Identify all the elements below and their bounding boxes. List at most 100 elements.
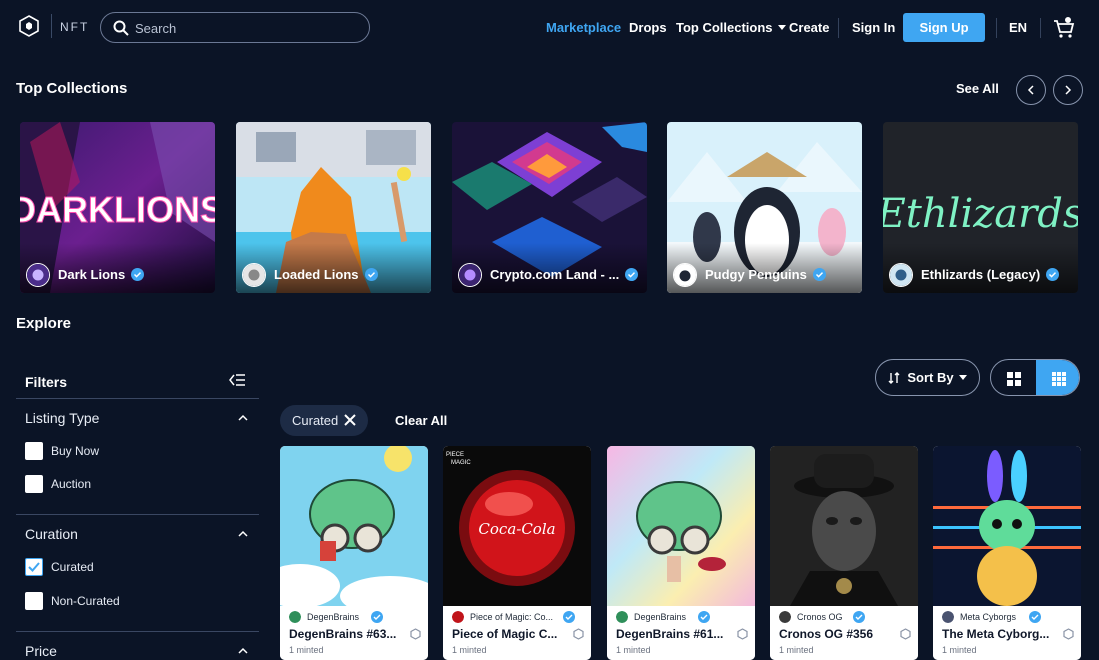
search-input[interactable] xyxy=(135,18,355,38)
carousel-prev-button[interactable] xyxy=(1016,75,1046,105)
nft-collection-name[interactable]: Meta Cyborgs xyxy=(960,612,1016,622)
cart-icon[interactable] xyxy=(1053,17,1075,39)
collection-name-container: Ethlizards (Legacy) xyxy=(921,267,1060,282)
collection-avatar xyxy=(242,263,266,287)
nav-create[interactable]: Create xyxy=(789,20,829,35)
verified-badge-icon xyxy=(131,268,145,281)
nft-name: The Meta Cyborg... xyxy=(942,627,1050,641)
collection-card-ethlizards[interactable]: Ethlizards Ethlizards (Legacy) xyxy=(883,122,1078,293)
nav-drops[interactable]: Drops xyxy=(629,20,667,35)
collection-name-container: Dark Lions xyxy=(58,267,145,282)
nft-collection-name[interactable]: DegenBrains xyxy=(307,612,359,622)
clear-all-button[interactable]: Clear All xyxy=(395,413,447,428)
sign-up-button[interactable]: Sign Up xyxy=(903,13,985,42)
collection-name-container: Loaded Lions xyxy=(274,267,378,282)
nft-card[interactable]: Coca-Cola PIECE MAGIC Piece of Magic: Co… xyxy=(443,446,591,660)
svg-text:MAGIC: MAGIC xyxy=(451,460,471,466)
verified-badge-icon xyxy=(563,611,575,623)
logo-text: NFT xyxy=(60,20,90,34)
verified-badge-icon xyxy=(371,611,383,623)
sort-icon xyxy=(888,371,900,384)
language-selector[interactable]: EN xyxy=(1009,20,1027,35)
nft-minted-count: 1 minted xyxy=(779,645,814,655)
nft-artwork xyxy=(607,446,755,606)
verified-badge-icon xyxy=(698,611,710,623)
checkbox-label: Auction xyxy=(51,477,92,491)
checkbox-curated[interactable] xyxy=(25,558,43,576)
checkbox-buy-now[interactable] xyxy=(25,442,43,460)
nft-card[interactable]: Meta Cyborgs The Meta Cyborg... 1 minted xyxy=(933,446,1081,660)
cronos-hex-icon xyxy=(573,628,584,640)
checkbox-auction[interactable] xyxy=(25,475,43,493)
nft-collection-name[interactable]: Piece of Magic: Co... xyxy=(470,612,553,622)
verified-badge-icon xyxy=(1029,611,1041,623)
collection-name: Loaded Lions xyxy=(274,267,359,282)
collapse-filters-icon[interactable] xyxy=(228,372,246,388)
collection-avatar xyxy=(779,611,791,623)
piece-of-magic-art-text: PIECE xyxy=(446,452,464,458)
nft-info: DegenBrains DegenBrains #61... 1 minted xyxy=(607,606,755,660)
nft-info: Piece of Magic: Co... Piece of Magic C..… xyxy=(443,606,591,660)
nft-collection-name[interactable]: DegenBrains xyxy=(634,612,686,622)
nft-info: DegenBrains DegenBrains #63... 1 minted xyxy=(280,606,428,660)
collection-card-dark-lions[interactable]: DARKLIONS Dark Lions xyxy=(20,122,215,293)
cronos-hex-icon xyxy=(1063,628,1074,640)
collection-avatar xyxy=(26,263,50,287)
nft-minted-count: 1 minted xyxy=(616,645,651,655)
collection-card-loaded-lions[interactable]: Loaded Lions xyxy=(236,122,431,293)
search-box[interactable] xyxy=(100,12,370,43)
top-nav-bar: NFT Marketplace Drops Top Collections Cr… xyxy=(0,0,1099,56)
chevron-up-icon[interactable] xyxy=(238,414,248,421)
filter-chip-curated[interactable]: Curated xyxy=(280,405,368,436)
nft-artwork xyxy=(770,446,918,606)
chevron-left-icon xyxy=(1027,85,1034,95)
collection-avatar xyxy=(673,263,697,287)
filter-group-price[interactable]: Price xyxy=(25,643,57,659)
explore-title: Explore xyxy=(16,315,72,332)
nav-marketplace[interactable]: Marketplace xyxy=(546,20,621,35)
sign-in-link[interactable]: Sign In xyxy=(852,20,895,35)
nft-card[interactable]: Cronos OG Cronos OG #356 1 minted xyxy=(770,446,918,660)
nav-divider xyxy=(996,18,997,38)
see-all-link[interactable]: See All xyxy=(956,81,999,96)
nft-artwork: Coca-Cola PIECE MAGIC xyxy=(443,446,591,606)
checkbox-label: Non-Curated xyxy=(51,594,120,608)
nft-info: Cronos OG Cronos OG #356 1 minted xyxy=(770,606,918,660)
logo-divider xyxy=(51,14,52,38)
nft-name: DegenBrains #61... xyxy=(616,627,724,641)
chip-label: Curated xyxy=(292,413,339,428)
filter-group-listing-type[interactable]: Listing Type xyxy=(25,410,99,426)
divider xyxy=(16,514,259,515)
nft-collection-name[interactable]: Cronos OG xyxy=(797,612,843,622)
small-grid-view-button[interactable] xyxy=(1036,360,1079,395)
chevron-up-icon[interactable] xyxy=(238,647,248,654)
nft-card[interactable]: DegenBrains DegenBrains #63... 1 minted xyxy=(280,446,428,660)
collection-avatar xyxy=(616,611,628,623)
grid-small-icon xyxy=(1051,371,1066,386)
chevron-right-icon xyxy=(1065,85,1072,95)
checkbox-label: Buy Now xyxy=(51,444,100,458)
nav-top-collections[interactable]: Top Collections xyxy=(676,20,786,35)
nft-minted-count: 1 minted xyxy=(452,645,487,655)
ethlizards-art-text: Ethlizards xyxy=(883,191,1078,237)
close-icon[interactable] xyxy=(344,414,356,426)
filter-group-curation[interactable]: Curation xyxy=(25,526,78,542)
checkbox-non-curated[interactable] xyxy=(25,592,43,610)
crypto-com-logo-icon[interactable] xyxy=(18,15,40,37)
nft-name: DegenBrains #63... xyxy=(289,627,397,641)
nft-card[interactable]: DegenBrains DegenBrains #61... 1 minted xyxy=(607,446,755,660)
collection-card-crypto-com-land[interactable]: Crypto.com Land - ... xyxy=(452,122,647,293)
sort-by-button[interactable]: Sort By xyxy=(875,359,980,396)
collection-name-container: Crypto.com Land - ... xyxy=(490,267,639,282)
collection-card-pudgy-penguins[interactable]: Pudgy Penguins xyxy=(667,122,862,293)
carousel-next-button[interactable] xyxy=(1053,75,1083,105)
chevron-up-icon[interactable] xyxy=(238,530,248,537)
large-grid-view-button[interactable] xyxy=(991,360,1036,395)
nft-info: Meta Cyborgs The Meta Cyborg... 1 minted xyxy=(933,606,1081,660)
nav-divider xyxy=(1040,18,1041,38)
dark-lions-art-text: DARKLIONS xyxy=(20,189,215,230)
collection-name: Pudgy Penguins xyxy=(705,267,807,282)
collection-avatar xyxy=(458,263,482,287)
filters-title: Filters xyxy=(25,374,68,390)
divider xyxy=(16,631,259,632)
